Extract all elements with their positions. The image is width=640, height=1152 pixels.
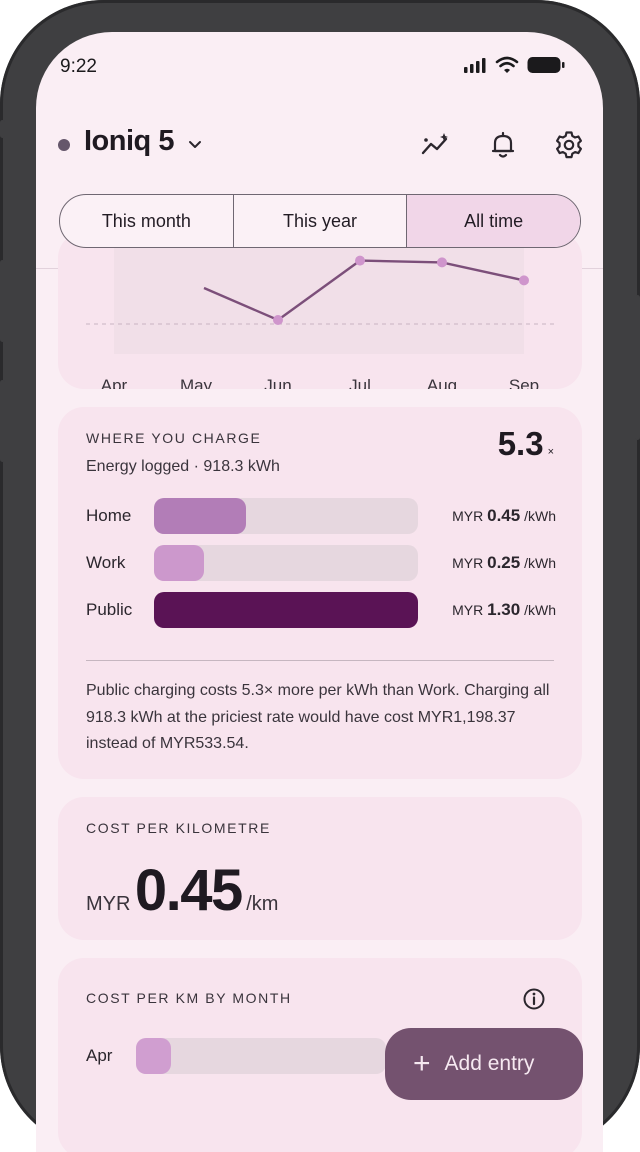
x-tick-label: Apr	[101, 376, 128, 389]
x-tick-label: May	[180, 376, 213, 389]
phone-side-button	[635, 295, 640, 440]
status-bar: 9:22	[36, 32, 603, 102]
bar-track	[136, 1038, 386, 1074]
rate-currency: MYR	[452, 555, 484, 571]
rate-currency: MYR	[452, 508, 484, 524]
insights-button[interactable]	[419, 128, 453, 162]
card-title: COST PER KILOMETRE	[86, 820, 271, 836]
charge-row-work: Work MYR 0.25 /kWh	[86, 545, 556, 581]
price-ratio-value: 5.3	[497, 425, 544, 462]
rate-number: 1.30	[487, 600, 521, 619]
bar-track	[154, 498, 418, 534]
tab-this-month[interactable]: This month	[60, 195, 234, 247]
trend-chart-card: Apr May Jun Jul Aug Sep	[58, 232, 582, 389]
gear-icon	[556, 131, 582, 159]
chevron-down-icon[interactable]	[186, 135, 204, 153]
plus-icon: +	[413, 1047, 431, 1080]
card-title: WHERE YOU CHARGE	[86, 430, 262, 446]
trend-line-chart: Apr May Jun Jul Aug Sep	[86, 232, 556, 389]
status-time: 9:22	[60, 56, 97, 77]
cost-currency: MYR	[86, 893, 131, 915]
rate-currency: MYR	[452, 602, 484, 618]
add-entry-label: Add entry	[444, 1052, 535, 1075]
x-tick-label: Aug	[427, 376, 457, 389]
x-tick-label: Sep	[509, 376, 539, 389]
rate-number: 0.25	[487, 553, 521, 572]
add-entry-button[interactable]: + Add entry	[385, 1028, 583, 1100]
x-tick-label: Jun	[264, 376, 291, 389]
phone-side-button	[0, 120, 5, 138]
phone-side-button	[0, 380, 5, 462]
cost-per-km-value: MYR 0.45 /km	[86, 857, 278, 924]
cost-unit: /km	[246, 893, 279, 915]
settings-button[interactable]	[552, 128, 586, 162]
charge-row-home: Home MYR 0.45 /kWh	[86, 498, 556, 534]
row-label: Public	[86, 600, 133, 619]
phone-side-button	[0, 260, 5, 342]
price-ratio-suffix: ×	[547, 446, 554, 458]
public-bar	[154, 592, 418, 628]
info-icon[interactable]	[522, 987, 546, 1011]
card-divider	[86, 660, 554, 661]
data-point	[355, 255, 365, 266]
vehicle-status-dot	[58, 139, 70, 151]
tab-all-time[interactable]: All time	[407, 195, 580, 247]
notifications-button[interactable]	[486, 128, 520, 162]
apr-bar	[136, 1038, 171, 1074]
tab-this-year[interactable]: This year	[234, 195, 408, 247]
work-bar	[154, 545, 205, 581]
period-tabs: This month This year All time	[59, 194, 581, 248]
x-tick-label: Jul	[349, 376, 371, 389]
cost-number: 0.45	[134, 858, 243, 923]
rate-unit: /kWh	[524, 555, 556, 571]
vehicle-selector[interactable]: Ioniq 5	[84, 125, 174, 158]
rate-value: MYR 1.30 /kWh	[452, 600, 556, 620]
trend-sparkle-icon	[421, 133, 448, 155]
bar-track	[154, 592, 418, 628]
rate-unit: /kWh	[524, 508, 556, 524]
chart-area	[114, 232, 524, 354]
data-point	[519, 275, 529, 286]
rate-unit: /kWh	[524, 602, 556, 618]
rate-value: MYR 0.45 /kWh	[452, 506, 556, 526]
month-label: Apr	[86, 1046, 113, 1065]
energy-logged: Energy logged · 918.3 kWh	[86, 458, 280, 475]
app-screen: 9:22 Ioniq 5 Apr May Jun Jul Aug Sep Thi…	[36, 32, 603, 1152]
price-ratio: 5.3 ×	[498, 425, 554, 463]
app-header: Ioniq 5	[36, 122, 603, 170]
row-label: Work	[86, 553, 126, 572]
home-bar	[154, 498, 247, 534]
battery-icon	[527, 57, 565, 73]
rate-value: MYR 0.25 /kWh	[452, 553, 556, 573]
where-you-charge-card: WHERE YOU CHARGE Energy logged · 918.3 k…	[58, 407, 582, 779]
rate-number: 0.45	[487, 506, 521, 525]
cost-per-km-card: COST PER KILOMETRE MYR 0.45 /km	[58, 797, 582, 940]
wifi-icon	[495, 56, 519, 73]
bell-icon	[491, 131, 515, 158]
row-label: Home	[86, 506, 132, 525]
card-title: COST PER KM BY MONTH	[86, 990, 292, 1006]
bar-track	[154, 545, 418, 581]
signal-icon	[464, 58, 486, 73]
charging-insight-text: Public charging costs 5.3× more per kWh …	[86, 682, 550, 752]
data-point	[273, 315, 283, 325]
data-point	[437, 257, 447, 268]
system-icons	[463, 56, 565, 74]
charge-row-public: Public MYR 1.30 /kWh	[86, 592, 556, 628]
